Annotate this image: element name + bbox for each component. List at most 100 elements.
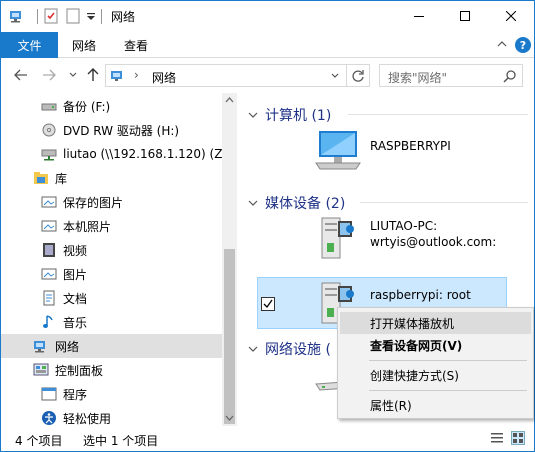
group-divider (360, 202, 528, 203)
close-button[interactable] (488, 1, 534, 31)
back-button[interactable] (13, 67, 29, 83)
maximize-button[interactable] (442, 1, 488, 31)
nav-label: DVD RW 驱动器 (H:) (63, 123, 180, 138)
search-box[interactable]: 搜索"网络" (379, 64, 523, 87)
pictures-icon (41, 220, 57, 232)
item-checkbox[interactable] (261, 297, 275, 311)
group-header-network-infrastructure[interactable]: 网络设施 ( (248, 339, 331, 359)
nav-label: 图片 (63, 267, 88, 282)
nav-item-camera-roll[interactable]: 本机照片 (1, 214, 222, 238)
nav-item-documents[interactable]: 文档 (1, 286, 222, 310)
nav-label: 保存的图片 (63, 195, 124, 210)
pictures-icon (41, 268, 57, 280)
network-app-icon[interactable] (8, 8, 24, 24)
menu-item-open-media-player[interactable]: 打开媒体播放机 (340, 312, 531, 334)
maximize-icon (460, 11, 470, 21)
chevron-down-icon (69, 72, 77, 77)
refresh-icon[interactable] (351, 69, 365, 83)
scroll-down-icon[interactable] (225, 415, 234, 421)
menu-item-create-shortcut[interactable]: 创建快捷方式(S) (340, 364, 531, 386)
up-button[interactable] (85, 67, 101, 83)
address-bar[interactable]: › 网络 (105, 64, 370, 87)
back-arrow-icon (14, 69, 27, 81)
navigation-bar: › 网络 搜索"网络" (1, 59, 534, 93)
help-button[interactable]: ? (515, 37, 531, 53)
nav-item-pictures[interactable]: 图片 (1, 262, 222, 286)
control-panel-icon (33, 363, 49, 376)
window-title: 网络 (111, 10, 136, 24)
close-icon (506, 11, 516, 21)
library-icon (34, 172, 48, 184)
address-dropdown-icon[interactable] (330, 71, 340, 81)
menu-item-properties[interactable]: 属性(R) (340, 394, 531, 416)
nav-item-programs[interactable]: 程序 (1, 382, 222, 406)
nav-item-saved-pictures[interactable]: 保存的图片 (1, 190, 222, 214)
path-separator: › (134, 68, 139, 82)
minimize-icon (414, 16, 424, 17)
video-icon (43, 243, 55, 257)
nav-label: liutao (\\192.168.1.120) (Z:) (63, 147, 232, 161)
item-label-line2: wrtyis@outlook.com: (370, 235, 497, 249)
nav-label: 程序 (63, 387, 88, 402)
scrollbar-thumb[interactable] (224, 249, 235, 424)
search-input[interactable]: 搜索"网络" (388, 69, 447, 86)
address-divider (346, 65, 347, 86)
up-arrow-icon (87, 68, 99, 81)
nav-item-dvd-drive[interactable]: DVD RW 驱动器 (H:) (1, 118, 222, 142)
nav-label: 控制面板 (55, 363, 104, 378)
media-device-item[interactable]: LIUTAO-PC: wrtyis@outlook.com: (314, 215, 524, 261)
nav-item-network[interactable]: 网络 (1, 334, 222, 358)
navigation-pane: 备份 (F:) DVD RW 驱动器 (H:) liutao (\\192.16… (1, 93, 237, 426)
nav-item-control-panel[interactable]: 控制面板 (1, 358, 222, 382)
selected-count: 选中 1 个项目 (83, 434, 159, 448)
nav-label: 音乐 (63, 315, 88, 330)
recent-locations-button[interactable] (65, 67, 81, 83)
scroll-up-icon[interactable] (225, 97, 234, 103)
group-title: 网络设施 ( (265, 342, 331, 358)
quick-access-dropdown-icon[interactable] (83, 8, 99, 24)
computer-icon (315, 131, 361, 170)
group-header-computer[interactable]: 计算机 (1) (248, 105, 331, 125)
status-bar: 4 个项目 选中 1 个项目 (1, 426, 534, 451)
network-icon (34, 341, 45, 353)
nav-item-backup-drive[interactable]: 备份 (F:) (1, 94, 222, 118)
chevron-down-icon (248, 346, 258, 352)
address-path: 网络 (152, 71, 177, 85)
tab-file[interactable]: 文件 (1, 32, 58, 58)
item-label-line1: LIUTAO-PC: (370, 219, 438, 233)
tab-view[interactable]: 查看 (124, 32, 148, 58)
large-icons-view-icon[interactable] (511, 431, 525, 445)
chevron-down-icon (248, 112, 258, 118)
context-menu: 打开媒体播放机 查看设备网页(V) 创建快捷方式(S) 属性(R) (337, 307, 534, 419)
nav-item-ease-of-access[interactable]: 轻松使用 (1, 406, 222, 426)
title-separator (37, 9, 38, 24)
minimize-button[interactable] (396, 1, 442, 31)
nav-item-videos[interactable]: 视频 (1, 238, 222, 262)
programs-icon (41, 387, 57, 401)
new-folder-icon[interactable] (65, 8, 81, 24)
computer-item[interactable]: RASPBERRYPI (314, 129, 514, 171)
dvd-icon (42, 123, 56, 137)
nav-scrollbar[interactable] (222, 93, 237, 426)
search-icon (503, 70, 516, 83)
network-drive-icon (41, 149, 57, 161)
nav-label: 库 (55, 171, 68, 186)
nav-label: 本机照片 (63, 219, 112, 234)
menu-separator (369, 360, 527, 361)
item-label: RASPBERRYPI (370, 139, 451, 153)
forward-button[interactable] (41, 67, 57, 83)
tab-network[interactable]: 网络 (72, 32, 96, 58)
nav-item-music[interactable]: 音乐 (1, 310, 222, 334)
title-separator-2 (101, 9, 102, 24)
nav-item-libraries[interactable]: 库 (1, 166, 222, 190)
ribbon-tabs: 文件 网络 查看 ? (1, 32, 534, 58)
nav-item-network-drive[interactable]: liutao (\\192.168.1.120) (Z:) (1, 142, 231, 166)
menu-item-view-device-webpage[interactable]: 查看设备网页(V) (340, 334, 531, 356)
item-label: raspberrypi: root (370, 288, 471, 302)
group-header-media-devices[interactable]: 媒体设备 (2) (248, 193, 345, 213)
properties-icon[interactable] (43, 8, 59, 24)
details-view-icon[interactable] (490, 431, 504, 445)
chevron-down-icon (248, 200, 258, 206)
documents-icon (43, 290, 55, 306)
collapse-ribbon-icon[interactable] (496, 38, 508, 50)
